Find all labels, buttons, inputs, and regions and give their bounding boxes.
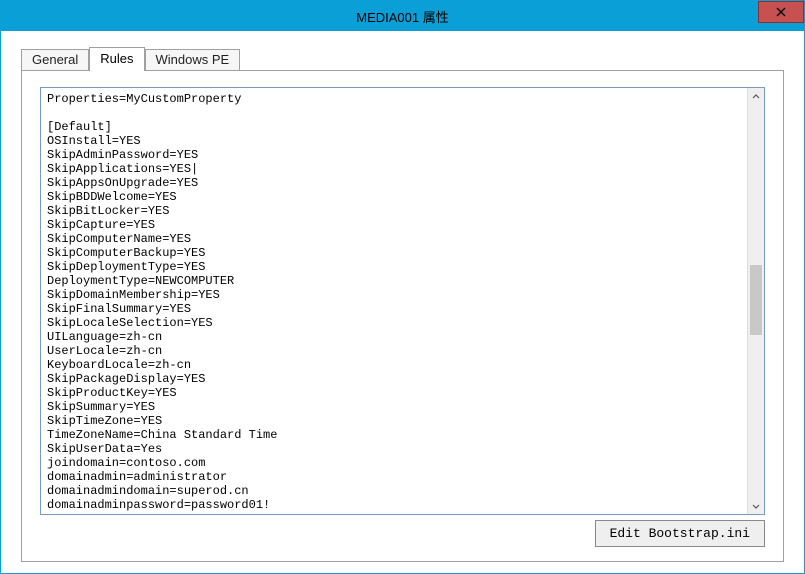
scroll-thumb[interactable] bbox=[750, 265, 762, 335]
window-title: MEDIA001 属性 bbox=[356, 7, 448, 26]
tab-strip: General Rules Windows PE bbox=[21, 47, 784, 70]
scroll-up-arrow-icon[interactable] bbox=[748, 88, 764, 105]
rules-textarea[interactable]: Properties=MyCustomProperty [Default] OS… bbox=[41, 88, 747, 514]
tab-rules[interactable]: Rules bbox=[89, 47, 144, 71]
rules-textarea-frame: Properties=MyCustomProperty [Default] OS… bbox=[40, 87, 765, 515]
titlebar: MEDIA001 属性 bbox=[1, 1, 804, 31]
tab-general[interactable]: General bbox=[21, 49, 89, 70]
tab-windows-pe[interactable]: Windows PE bbox=[145, 49, 241, 70]
edit-bootstrap-button[interactable]: Edit Bootstrap.ini bbox=[595, 520, 765, 547]
client-area: General Rules Windows PE Properties=MyCu… bbox=[1, 31, 804, 574]
scroll-down-arrow-icon[interactable] bbox=[748, 497, 764, 514]
dialog-window: MEDIA001 属性 General Rules Windows PE Pro… bbox=[0, 0, 805, 574]
close-icon bbox=[776, 7, 786, 17]
close-button[interactable] bbox=[758, 1, 804, 23]
tab-page-rules: Properties=MyCustomProperty [Default] OS… bbox=[21, 70, 784, 562]
scroll-track[interactable] bbox=[748, 105, 764, 497]
vertical-scrollbar[interactable] bbox=[747, 88, 764, 514]
